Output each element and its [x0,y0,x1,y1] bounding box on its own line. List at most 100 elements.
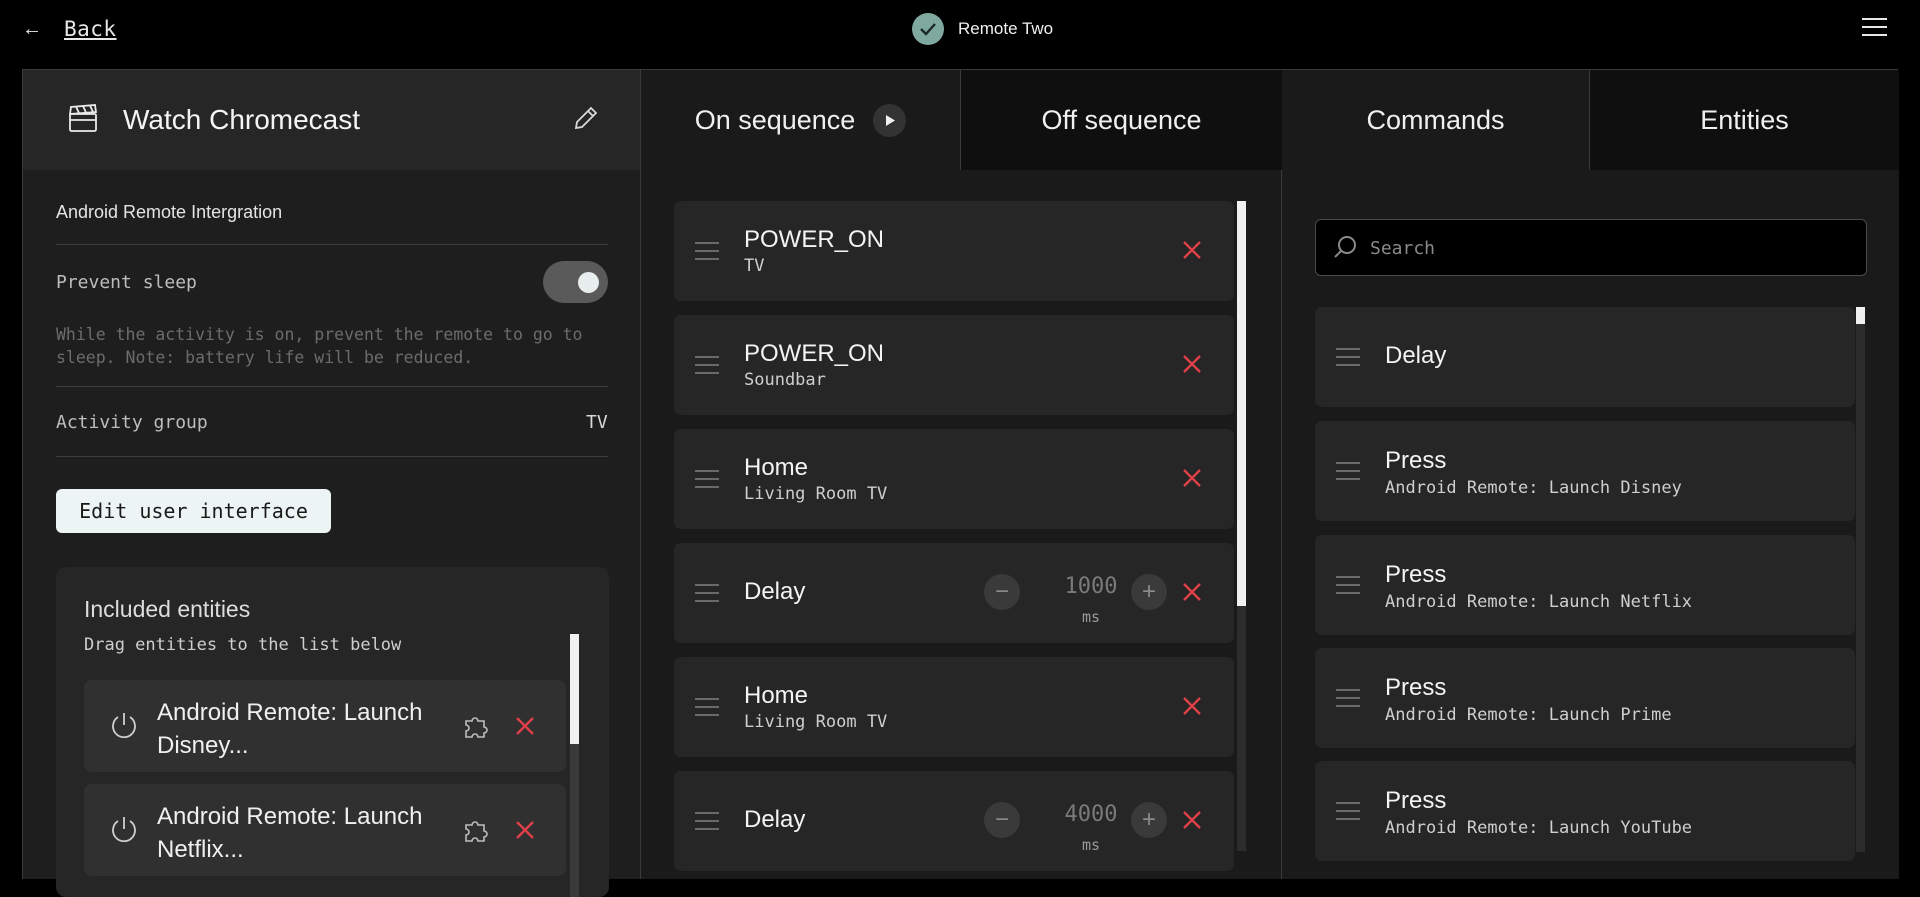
remove-icon[interactable] [1181,809,1203,836]
puzzle-icon[interactable] [462,816,490,849]
drag-handle-icon[interactable] [695,242,719,266]
drag-handle-icon[interactable] [1336,576,1360,600]
remove-icon[interactable] [514,715,536,742]
tab-off-sequence[interactable]: Off sequence [961,70,1282,170]
drag-handle-icon[interactable] [1336,689,1360,713]
commands-panel: Commands Entities Delay Press Android Re… [1282,70,1899,879]
included-entities-title: Included entities [84,596,251,622]
tab-commands[interactable]: Commands [1282,70,1590,170]
remove-icon[interactable] [1181,695,1203,722]
sequence-step-delay[interactable]: Delay − 4000 ms + [674,771,1234,871]
delay-stepper: − 4000 ms + [984,802,1169,862]
command-item[interactable]: Press Android Remote: Launch Disney [1315,421,1855,521]
step-command: POWER_ON [744,340,885,367]
entity-item[interactable]: Android Remote: Launch Disney... [84,680,566,772]
command-target: Android Remote: Launch YouTube [1385,818,1693,838]
remove-icon[interactable] [1181,581,1203,608]
scrollbar-thumb[interactable] [570,634,579,744]
increment-button[interactable]: + [1131,574,1167,610]
increment-button[interactable]: + [1131,802,1167,838]
delay-value[interactable]: 4000 [1056,802,1126,827]
activity-group-label: Activity group [56,412,208,433]
sequence-panel: On sequence Off sequence POWER_ON TV POW… [641,70,1282,879]
clapperboard-icon [67,102,99,139]
divider [56,456,608,457]
edit-user-interface-button[interactable]: Edit user interface [56,489,331,533]
scrollbar[interactable] [1237,201,1246,851]
device-name: Remote Two [958,19,1054,38]
commands-tabs: Commands Entities [1282,70,1899,170]
delay-unit: ms [1081,836,1101,854]
included-entities-hint: Drag entities to the list below [84,635,402,655]
drag-handle-icon[interactable] [695,812,719,836]
step-target: TV [744,256,765,276]
command-item[interactable]: Press Android Remote: Launch YouTube [1315,761,1855,861]
prevent-sleep-toggle[interactable] [543,261,608,303]
back-label: Back [64,17,117,41]
remove-icon[interactable] [1181,467,1203,494]
pencil-icon[interactable] [572,104,600,137]
prevent-sleep-label: Prevent sleep [56,272,197,293]
command-target: Android Remote: Launch Disney [1385,478,1682,498]
step-command: POWER_ON [744,226,885,253]
drag-handle-icon[interactable] [695,698,719,722]
top-bar: ← Back Remote Two [0,0,1920,62]
activity-settings-panel: Watch Chromecast Android Remote Intergra… [23,70,641,897]
scrollbar-thumb[interactable] [1237,201,1246,606]
integration-name: Android Remote Intergration [56,202,283,222]
delay-stepper: − 1000 ms + [984,574,1169,634]
command-item[interactable]: Delay [1315,307,1855,407]
play-icon[interactable] [873,103,907,137]
sequence-step-delay[interactable]: Delay − 1000 ms + [674,543,1234,643]
divider [56,244,608,245]
remove-icon[interactable] [514,819,536,846]
scrollbar[interactable] [1856,307,1865,852]
command-name: Delay [1385,342,1447,369]
drag-handle-icon[interactable] [1336,462,1360,486]
command-target: Android Remote: Launch Netflix [1385,592,1693,612]
entity-item[interactable]: Android Remote: Launch Netflix... [84,784,566,876]
command-item[interactable]: Press Android Remote: Launch Netflix [1315,535,1855,635]
entity-label: Android Remote: Launch Netflix... [157,803,423,863]
command-item[interactable]: Press Android Remote: Launch Prime [1315,648,1855,748]
activity-group-value[interactable]: TV [586,412,608,433]
drag-handle-icon[interactable] [1336,348,1360,372]
decrement-button[interactable]: − [984,802,1020,838]
command-name: Press [1385,674,1447,701]
drag-handle-icon[interactable] [695,584,719,608]
divider [56,386,608,387]
drag-handle-icon[interactable] [695,356,719,380]
arrow-left-icon: ← [22,17,42,40]
puzzle-icon[interactable] [462,712,490,745]
step-command: Home [744,682,809,709]
delay-value[interactable]: 1000 [1056,574,1126,599]
scrollbar-thumb[interactable] [1856,307,1865,324]
step-command: Delay [744,578,806,605]
drag-handle-icon[interactable] [695,470,719,494]
power-icon [110,711,138,746]
tab-entities[interactable]: Entities [1590,70,1899,170]
tab-label: Entities [1700,104,1789,135]
device-indicator: Remote Two [912,13,1053,45]
step-command: Home [744,454,809,481]
toggle-knob [578,272,599,293]
remove-icon[interactable] [1181,239,1203,266]
activity-header: Watch Chromecast [23,70,640,170]
back-link[interactable]: ← Back [22,17,117,41]
drag-handle-icon[interactable] [1336,802,1360,826]
sequence-step[interactable]: Home Living Room TV [674,429,1234,529]
tab-label: On sequence [694,104,856,135]
tab-on-sequence[interactable]: On sequence [641,70,961,170]
hamburger-menu-icon[interactable] [1862,18,1887,37]
search-input[interactable] [1370,232,1850,264]
scrollbar[interactable] [570,634,579,897]
sequence-step[interactable]: POWER_ON TV [674,201,1234,301]
decrement-button[interactable]: − [984,574,1020,610]
step-target: Living Room TV [744,484,888,504]
tab-label: Off sequence [1041,104,1202,135]
prevent-sleep-description: While the activity is on, prevent the re… [56,325,583,367]
command-target: Android Remote: Launch Prime [1385,705,1672,725]
sequence-step[interactable]: Home Living Room TV [674,657,1234,757]
sequence-step[interactable]: POWER_ON Soundbar [674,315,1234,415]
remove-icon[interactable] [1181,353,1203,380]
